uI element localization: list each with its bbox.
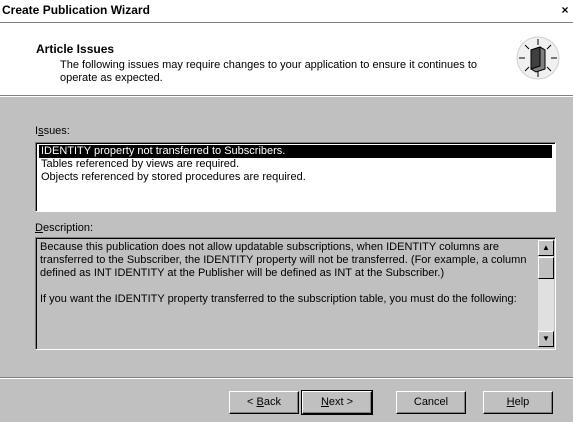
page-title: Article Issues [36, 42, 115, 56]
description-scrollbar[interactable]: ▲ ▼ [538, 240, 554, 347]
header-divider-highlight [0, 96, 573, 97]
issues-listbox[interactable]: IDENTITY property not transferred to Sub… [35, 142, 556, 212]
back-button-rest: ack [263, 396, 281, 408]
help-button-mnemonic: H [506, 396, 515, 408]
scroll-thumb[interactable] [538, 257, 554, 279]
next-button[interactable]: Next > [301, 390, 373, 415]
next-button-mnemonic: N [320, 396, 329, 408]
back-button-prefix: < [247, 396, 257, 408]
description-label: Description: [35, 222, 93, 234]
description-paragraph-1: Because this publication does not allow … [40, 241, 527, 279]
help-button[interactable]: Help [483, 391, 553, 414]
wizard-header: Article Issues The following issues may … [0, 23, 573, 95]
scroll-up-arrow-icon[interactable]: ▲ [538, 240, 554, 256]
description-textbox[interactable]: Because this publication does not allow … [35, 237, 556, 350]
wizard-book-icon [516, 36, 560, 80]
issues-label-rest: sues: [43, 125, 70, 137]
issue-item-views[interactable]: Tables referenced by views are required. [39, 158, 241, 171]
description-text: Because this publication does not allow … [40, 241, 530, 306]
help-button-rest: elp [514, 396, 530, 408]
window-title: Create Publication Wizard [2, 3, 150, 17]
description-paragraph-2: If you want the IDENTITY property transf… [40, 293, 517, 305]
create-publication-wizard-window: Create Publication Wizard × Article Issu… [0, 0, 573, 422]
next-button-rest: ext > [328, 396, 354, 408]
title-bar: Create Publication Wizard × [0, 0, 573, 23]
scroll-down-arrow-icon[interactable]: ▼ [538, 331, 554, 347]
back-button[interactable]: < Back [229, 391, 299, 414]
close-icon[interactable]: × [558, 3, 572, 17]
description-label-mnemonic: D [35, 222, 43, 234]
cancel-button[interactable]: Cancel [396, 391, 466, 414]
issue-item-stored-procedures[interactable]: Objects referenced by stored procedures … [39, 171, 308, 184]
page-description: The following issues may require changes… [60, 59, 478, 84]
description-label-rest: escription: [42, 222, 94, 234]
back-button-mnemonic: B [256, 396, 264, 408]
footer-divider-highlight [0, 378, 573, 379]
issues-label: Issues: [35, 125, 70, 137]
issue-item-identity[interactable]: IDENTITY property not transferred to Sub… [39, 145, 552, 158]
